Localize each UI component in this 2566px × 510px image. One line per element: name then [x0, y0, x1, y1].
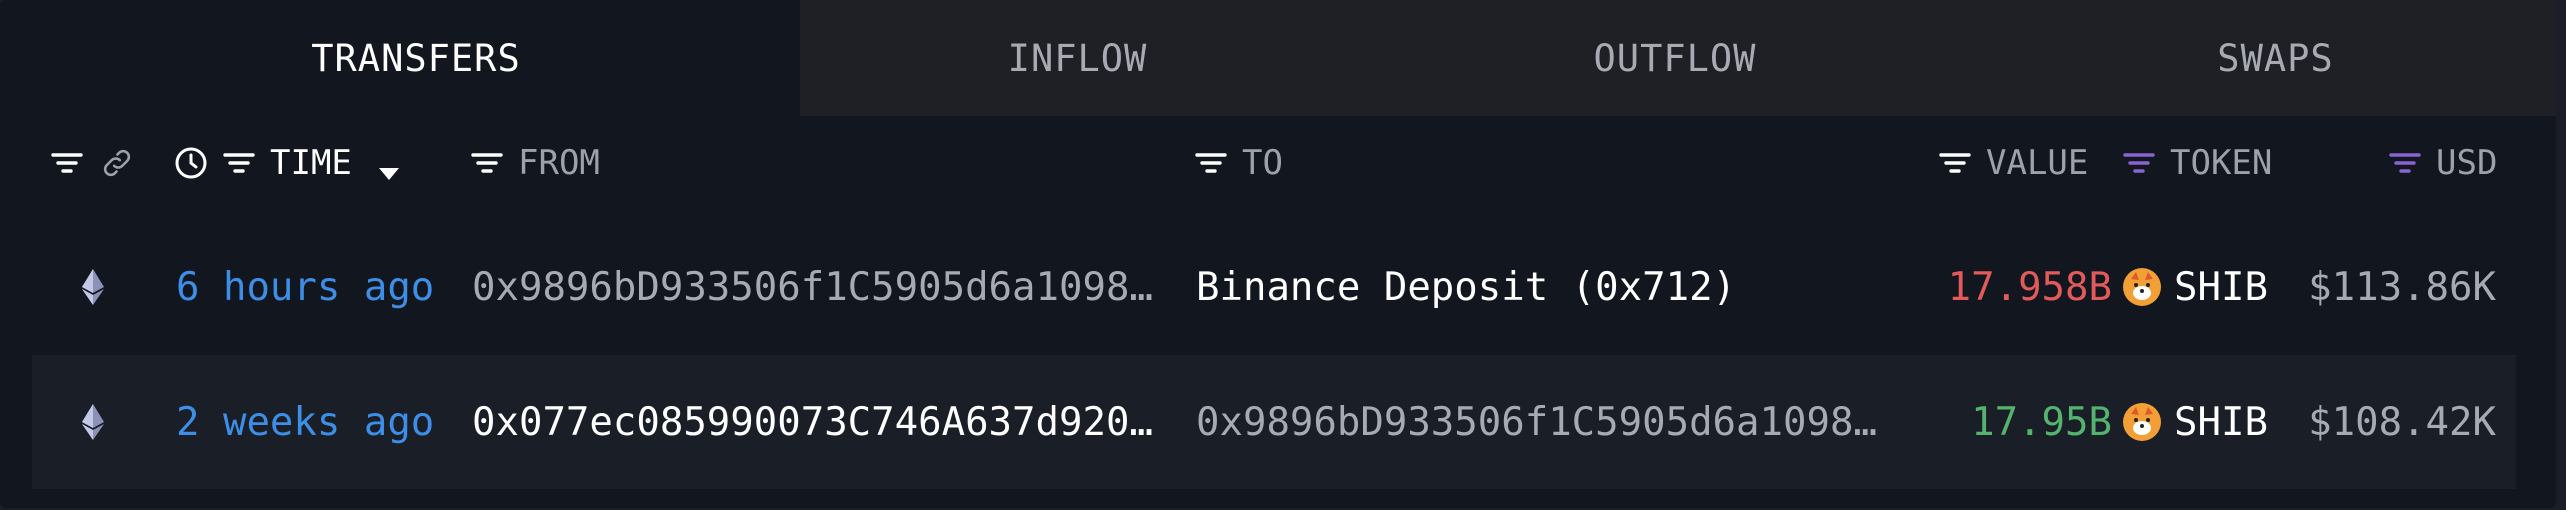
value-amount: 17.95B — [1971, 399, 2112, 445]
time-link[interactable]: 6 hours ago — [176, 220, 434, 354]
tab-inflow[interactable]: INFLOW — [800, 0, 1355, 116]
value-header-label: VALUE — [1986, 143, 2089, 183]
to-address-text: 0x9896bD933506f1C5905d6a1098… — [1196, 399, 1877, 445]
token-link[interactable]: SHIB — [2122, 220, 2268, 354]
token-header-label: TOKEN — [2170, 143, 2273, 183]
token-column-header[interactable]: TOKEN — [2122, 130, 2272, 196]
from-column-header[interactable]: FROM — [470, 130, 600, 196]
link-icon — [100, 146, 134, 180]
tab-transfers[interactable]: TRANSFERS — [32, 0, 800, 116]
shib-icon — [2122, 267, 2162, 307]
time-filter-icon[interactable] — [222, 150, 256, 176]
table-row[interactable]: 6 hours ago 0x9896bD933506f1C5905d6a1098… — [32, 220, 2516, 354]
usd-header-label: USD — [2436, 143, 2498, 183]
to-address-text: Binance Deposit (0x712) — [1196, 264, 1737, 310]
to-address-link[interactable]: Binance Deposit (0x712) — [1196, 220, 1916, 354]
time-link[interactable]: 2 weeks ago — [176, 355, 434, 489]
value-filter-icon[interactable] — [1938, 150, 1972, 176]
from-address-link[interactable]: 0x077ec085990073C746A637d920… — [472, 355, 1192, 489]
ethereum-icon — [78, 355, 108, 489]
token-filter-icon[interactable] — [2122, 150, 2156, 176]
tab-swaps[interactable]: SWAPS — [1995, 0, 2556, 116]
usd-amount: $113.86K — [2308, 264, 2496, 310]
token-symbol: SHIB — [2174, 264, 2268, 310]
time-header-label: TIME — [270, 143, 352, 183]
time-column-header[interactable]: TIME — [174, 130, 402, 196]
from-address-link[interactable]: 0x9896bD933506f1C5905d6a1098… — [472, 220, 1192, 354]
from-address-text: 0x077ec085990073C746A637d920… — [472, 399, 1153, 445]
value-column-header[interactable]: VALUE — [1938, 130, 2088, 196]
to-header-label: TO — [1242, 143, 1283, 183]
transfers-panel: TRANSFERS INFLOW OUTFLOW SWAPS TIME FROM — [0, 0, 2556, 508]
to-column-header[interactable]: TO — [1194, 130, 1283, 196]
usd-amount: $108.42K — [2308, 399, 2496, 445]
from-address-text: 0x9896bD933506f1C5905d6a1098… — [472, 264, 1153, 310]
row-filter-button[interactable] — [50, 130, 84, 196]
token-link[interactable]: SHIB — [2122, 355, 2268, 489]
to-filter-icon[interactable] — [1194, 150, 1228, 176]
clock-icon — [174, 146, 208, 180]
tab-outflow[interactable]: OUTFLOW — [1355, 0, 1995, 116]
usd-filter-icon[interactable] — [2388, 150, 2422, 176]
token-symbol: SHIB — [2174, 399, 2268, 445]
link-button[interactable] — [100, 130, 134, 196]
tab-bar: TRANSFERS INFLOW OUTFLOW SWAPS — [0, 0, 2556, 116]
usd-column-header[interactable]: USD — [2388, 130, 2497, 196]
to-address-link[interactable]: 0x9896bD933506f1C5905d6a1098… — [1196, 355, 1916, 489]
filter-icon — [50, 150, 84, 176]
shib-icon — [2122, 402, 2162, 442]
ethereum-icon — [78, 220, 108, 354]
table-row[interactable]: 2 weeks ago 0x077ec085990073C746A637d920… — [32, 355, 2516, 489]
from-header-label: FROM — [518, 143, 600, 183]
value-amount: 17.958B — [1947, 264, 2112, 310]
sort-down-icon[interactable] — [376, 153, 402, 180]
from-filter-icon[interactable] — [470, 150, 504, 176]
